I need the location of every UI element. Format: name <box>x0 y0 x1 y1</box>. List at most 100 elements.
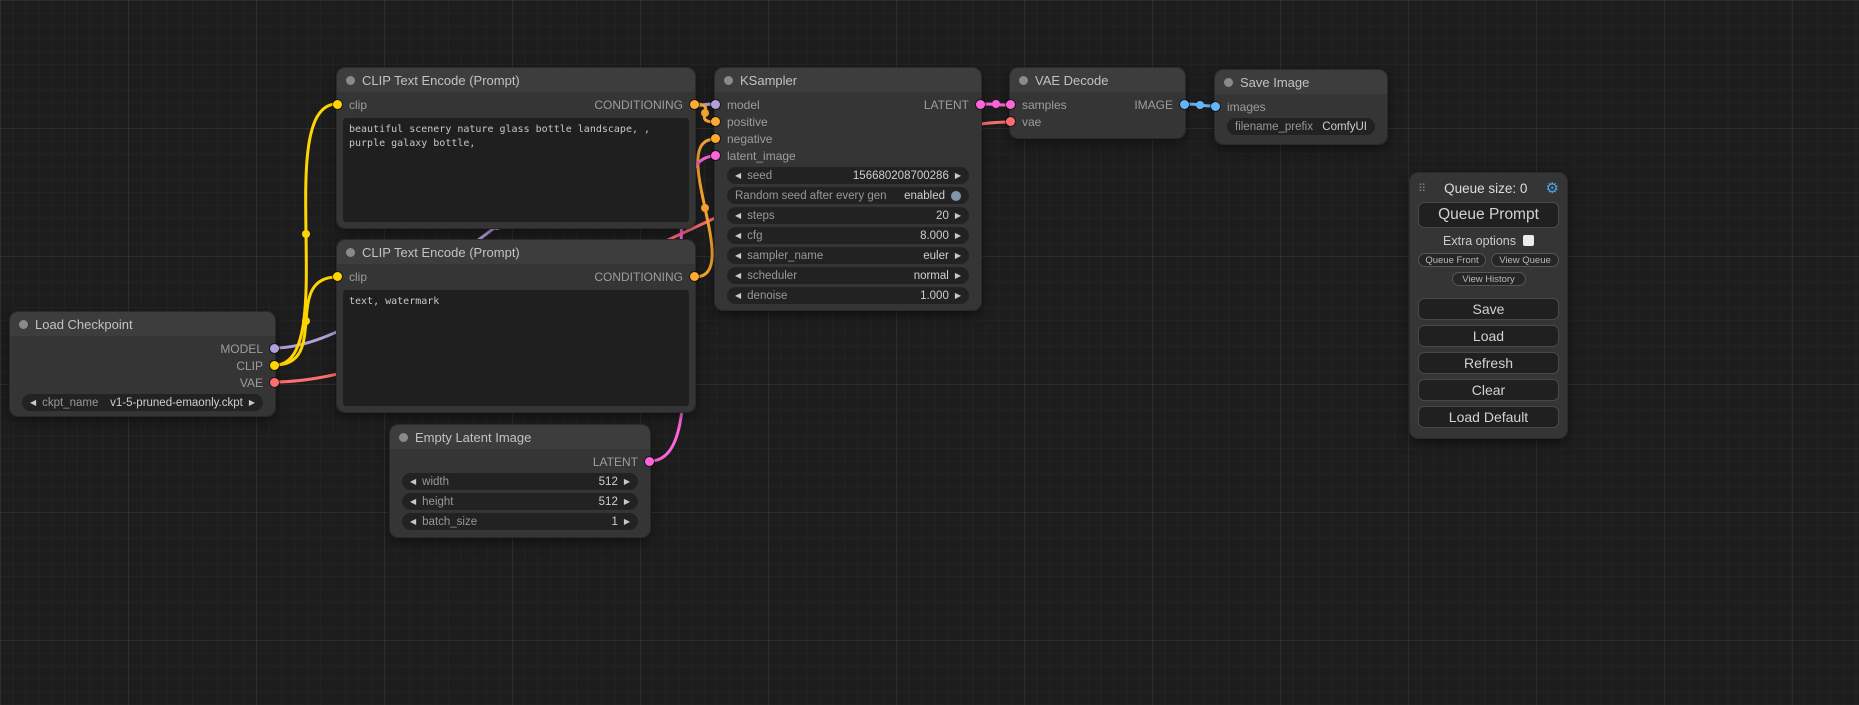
widget-steps[interactable]: ◀ steps 20 ▶ <box>727 207 969 224</box>
widget-batch-size[interactable]: ◀ batch_size 1 ▶ <box>402 513 638 530</box>
positive-prompt-textarea[interactable]: beautiful scenery nature glass bottle la… <box>343 118 689 222</box>
wire-clip-to-positive <box>275 104 337 365</box>
collapse-dot-icon[interactable] <box>399 433 408 442</box>
input-port-vae[interactable] <box>1006 117 1015 126</box>
widget-random-seed-toggle[interactable]: Random seed after every gen enabled <box>727 187 969 204</box>
arrow-right-icon[interactable]: ▶ <box>955 172 961 180</box>
widget-denoise[interactable]: ◀ denoise 1.000 ▶ <box>727 287 969 304</box>
widget-label: seed <box>747 170 772 182</box>
toggle-knob-icon[interactable] <box>951 191 961 201</box>
input-port-clip[interactable] <box>333 100 342 109</box>
settings-gear-icon[interactable]: ⚙ <box>1546 181 1559 196</box>
wire-clip-to-negative <box>275 277 337 365</box>
arrow-left-icon[interactable]: ◀ <box>410 498 416 506</box>
arrow-right-icon[interactable]: ▶ <box>624 518 630 526</box>
node-ksampler[interactable]: KSampler model LATENT positive negative … <box>715 68 981 310</box>
arrow-left-icon[interactable]: ◀ <box>735 212 741 220</box>
input-port-negative[interactable] <box>711 134 720 143</box>
queue-panel: ⠿ Queue size: 0 ⚙ Queue Prompt Extra opt… <box>1410 173 1567 438</box>
widget-height[interactable]: ◀ height 512 ▶ <box>402 493 638 510</box>
output-port-latent[interactable] <box>976 100 985 109</box>
widget-scheduler[interactable]: ◀ scheduler normal ▶ <box>727 267 969 284</box>
node-clip-text-encode-negative[interactable]: CLIP Text Encode (Prompt) clip CONDITION… <box>337 240 695 412</box>
node-empty-latent-image[interactable]: Empty Latent Image LATENT ◀ width 512 ▶ … <box>390 425 650 537</box>
arrow-left-icon[interactable]: ◀ <box>735 172 741 180</box>
widget-label: width <box>422 476 449 488</box>
input-port-positive[interactable] <box>711 117 720 126</box>
extra-options-checkbox[interactable] <box>1523 235 1534 246</box>
node-save-image[interactable]: Save Image images filename_prefix ComfyU… <box>1215 70 1387 144</box>
widget-sampler-name[interactable]: ◀ sampler_name euler ▶ <box>727 247 969 264</box>
node-graph-canvas[interactable]: Load Checkpoint MODEL CLIP VAE ◀ ckpt_na… <box>0 0 1859 705</box>
arrow-left-icon[interactable]: ◀ <box>30 399 36 407</box>
output-port-model[interactable] <box>270 344 279 353</box>
arrow-left-icon[interactable]: ◀ <box>735 272 741 280</box>
node-load-checkpoint[interactable]: Load Checkpoint MODEL CLIP VAE ◀ ckpt_na… <box>10 312 275 416</box>
queue-prompt-button[interactable]: Queue Prompt <box>1418 202 1559 228</box>
widget-cfg[interactable]: ◀ cfg 8.000 ▶ <box>727 227 969 244</box>
input-port-samples[interactable] <box>1006 100 1015 109</box>
node-vae-decode[interactable]: VAE Decode samples IMAGE vae <box>1010 68 1185 138</box>
widget-label: ckpt_name <box>42 397 98 409</box>
output-port-conditioning[interactable] <box>690 272 699 281</box>
collapse-dot-icon[interactable] <box>19 320 28 329</box>
arrow-left-icon[interactable]: ◀ <box>410 518 416 526</box>
link-dot-clip-positive <box>302 230 310 238</box>
widget-label: height <box>422 496 453 508</box>
arrow-right-icon[interactable]: ▶ <box>955 272 961 280</box>
queue-size-label: Queue size: 0 <box>1426 181 1545 196</box>
arrow-right-icon[interactable]: ▶ <box>955 232 961 240</box>
arrow-right-icon[interactable]: ▶ <box>955 292 961 300</box>
node-title: KSampler <box>740 73 797 88</box>
node-load-checkpoint-titlebar[interactable]: Load Checkpoint <box>10 312 275 336</box>
view-history-button[interactable]: View History <box>1452 272 1526 286</box>
input-label-vae: vae <box>1022 115 1041 129</box>
arrow-left-icon[interactable]: ◀ <box>410 478 416 486</box>
node-vae-decode-titlebar[interactable]: VAE Decode <box>1010 68 1185 92</box>
input-port-clip[interactable] <box>333 272 342 281</box>
node-ksampler-titlebar[interactable]: KSampler <box>715 68 981 92</box>
load-button[interactable]: Load <box>1418 325 1559 347</box>
collapse-dot-icon[interactable] <box>1019 76 1028 85</box>
view-queue-button[interactable]: View Queue <box>1491 253 1559 267</box>
collapse-dot-icon[interactable] <box>346 248 355 257</box>
output-port-vae[interactable] <box>270 378 279 387</box>
widget-width[interactable]: ◀ width 512 ▶ <box>402 473 638 490</box>
link-dot-conditioning-negative <box>701 204 709 212</box>
node-clip-text-encode-positive[interactable]: CLIP Text Encode (Prompt) clip CONDITION… <box>337 68 695 228</box>
output-port-image[interactable] <box>1180 100 1189 109</box>
widget-filename-prefix[interactable]: filename_prefix ComfyUI <box>1227 118 1375 135</box>
arrow-left-icon[interactable]: ◀ <box>735 232 741 240</box>
collapse-dot-icon[interactable] <box>346 76 355 85</box>
output-label-image: IMAGE <box>1134 98 1173 112</box>
load-default-button[interactable]: Load Default <box>1418 406 1559 428</box>
node-save-image-titlebar[interactable]: Save Image <box>1215 70 1387 94</box>
node-empty-latent-titlebar[interactable]: Empty Latent Image <box>390 425 650 449</box>
arrow-right-icon[interactable]: ▶ <box>249 399 255 407</box>
drag-handle-icon[interactable]: ⠿ <box>1418 182 1426 195</box>
arrow-left-icon[interactable]: ◀ <box>735 252 741 260</box>
clear-button[interactable]: Clear <box>1418 379 1559 401</box>
input-port-latent-image[interactable] <box>711 151 720 160</box>
negative-prompt-textarea[interactable]: text, watermark <box>343 290 689 406</box>
output-port-conditioning[interactable] <box>690 100 699 109</box>
widget-seed[interactable]: ◀ seed 156680208700286 ▶ <box>727 167 969 184</box>
collapse-dot-icon[interactable] <box>1224 78 1233 87</box>
arrow-right-icon[interactable]: ▶ <box>955 252 961 260</box>
save-button[interactable]: Save <box>1418 298 1559 320</box>
output-port-clip[interactable] <box>270 361 279 370</box>
output-port-latent[interactable] <box>645 457 654 466</box>
node-clip-negative-titlebar[interactable]: CLIP Text Encode (Prompt) <box>337 240 695 264</box>
arrow-left-icon[interactable]: ◀ <box>735 292 741 300</box>
arrow-right-icon[interactable]: ▶ <box>624 498 630 506</box>
input-port-model[interactable] <box>711 100 720 109</box>
node-clip-positive-titlebar[interactable]: CLIP Text Encode (Prompt) <box>337 68 695 92</box>
arrow-right-icon[interactable]: ▶ <box>624 478 630 486</box>
input-label-images: images <box>1227 100 1266 114</box>
refresh-button[interactable]: Refresh <box>1418 352 1559 374</box>
queue-front-button[interactable]: Queue Front <box>1418 253 1486 267</box>
input-port-images[interactable] <box>1211 102 1220 111</box>
arrow-right-icon[interactable]: ▶ <box>955 212 961 220</box>
collapse-dot-icon[interactable] <box>724 76 733 85</box>
widget-ckpt-name[interactable]: ◀ ckpt_name v1-5-pruned-emaonly.ckpt ▶ <box>22 394 263 411</box>
